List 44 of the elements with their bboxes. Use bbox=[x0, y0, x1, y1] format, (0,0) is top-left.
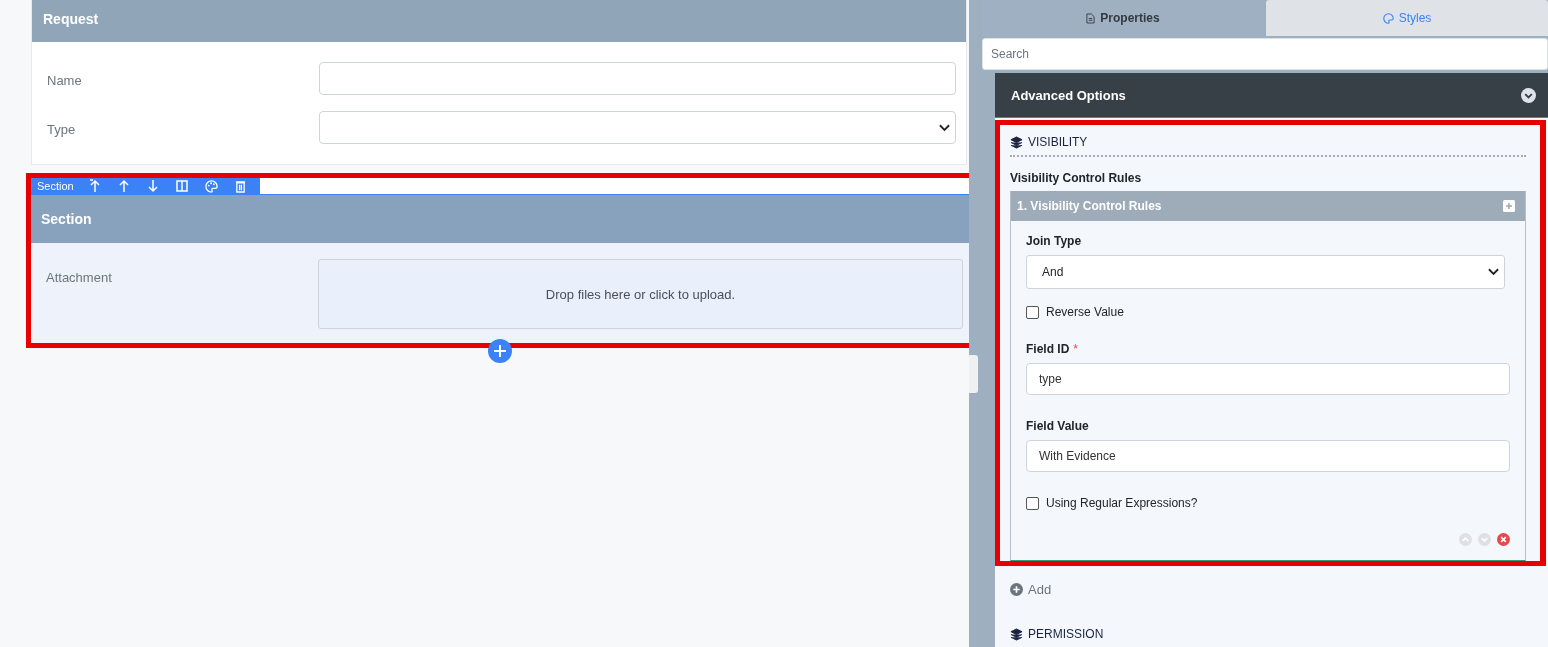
checkbox[interactable] bbox=[1026, 496, 1039, 510]
splitter-bar[interactable] bbox=[969, 0, 982, 647]
field-label: Name bbox=[47, 72, 83, 88]
palette-icon[interactable] bbox=[204, 179, 218, 193]
field-label: Field ID bbox=[1026, 342, 1070, 356]
add-button[interactable]: Add bbox=[1010, 582, 1052, 597]
close-icon[interactable] bbox=[1497, 533, 1510, 546]
field-label: Field Value bbox=[1026, 419, 1090, 433]
field-label: Attachment bbox=[46, 269, 113, 285]
move-up-icon[interactable] bbox=[88, 179, 101, 193]
section-heading: PERMISSION bbox=[1028, 627, 1104, 641]
add-circle-icon[interactable] bbox=[488, 339, 512, 363]
file-dropzone[interactable]: Drop files here or click to upload. bbox=[318, 259, 963, 329]
join-type-select[interactable]: And bbox=[1026, 255, 1505, 289]
checkbox-label: Reverse Value bbox=[1046, 305, 1124, 319]
section-heading: VISIBILITY bbox=[1028, 135, 1088, 149]
plus-circle-icon bbox=[1010, 583, 1023, 596]
search-field[interactable]: Search bbox=[982, 38, 1548, 70]
checkbox-label: Using Regular Expressions? bbox=[1046, 496, 1198, 510]
palette-icon bbox=[1382, 12, 1394, 24]
field-label: Join Type bbox=[1026, 234, 1083, 248]
trash-icon[interactable] bbox=[234, 179, 246, 193]
field-value-input[interactable]: With Evidence bbox=[1026, 440, 1510, 472]
field-label: Type bbox=[47, 121, 77, 137]
rule-title: 1. Visibility Control Rules bbox=[1017, 199, 1162, 213]
chevron-down-icon bbox=[939, 123, 950, 132]
layers-icon bbox=[1010, 627, 1023, 641]
resize-handle[interactable] bbox=[969, 355, 978, 393]
plus-square-icon[interactable] bbox=[1503, 200, 1515, 212]
arrow-down-icon[interactable] bbox=[146, 179, 159, 193]
required-mark: * bbox=[1073, 342, 1078, 356]
field-id-input[interactable]: type bbox=[1026, 363, 1510, 395]
columns-icon[interactable] bbox=[175, 180, 188, 192]
group-header[interactable]: Advanced Options bbox=[995, 73, 1548, 118]
text-input[interactable] bbox=[319, 62, 956, 95]
checkbox[interactable] bbox=[1026, 305, 1039, 319]
arrow-up-icon[interactable] bbox=[117, 179, 130, 193]
form-title: Request bbox=[32, 0, 966, 42]
chevron-down-icon bbox=[1488, 268, 1499, 276]
layers-icon bbox=[1010, 135, 1023, 149]
chevron-down-circle-icon bbox=[1521, 87, 1536, 103]
document-icon bbox=[1086, 12, 1096, 24]
rules-label: Visibility Control Rules bbox=[1010, 171, 1143, 185]
toolbar-label: Section bbox=[37, 180, 74, 192]
